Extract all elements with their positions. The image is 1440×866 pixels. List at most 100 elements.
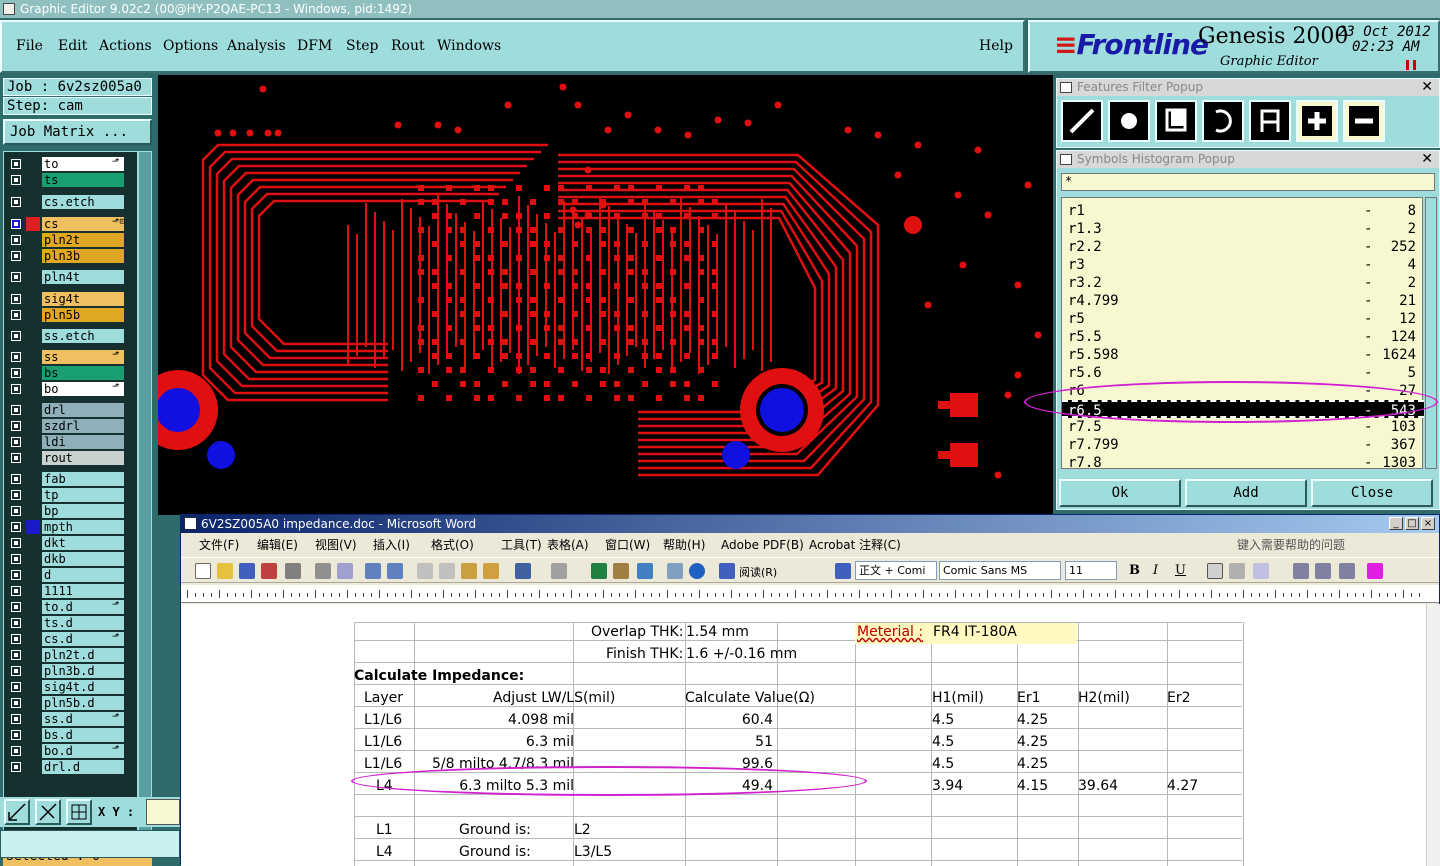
- layer-checkbox[interactable]: [11, 634, 21, 644]
- bold-button[interactable]: B: [1129, 563, 1140, 578]
- menu-actions[interactable]: Actions: [99, 38, 152, 54]
- layer-row-to-d[interactable]: to.d ⬏: [4, 599, 139, 615]
- layer-row-pln2t[interactable]: pln2t: [4, 232, 139, 248]
- negative-filter-button[interactable]: [1343, 100, 1385, 142]
- layer-name[interactable]: dkt: [42, 536, 124, 550]
- font-color-icon[interactable]: [1367, 563, 1383, 579]
- layer-row-bo-d[interactable]: bo.d ⬏: [4, 743, 139, 759]
- xy-input[interactable]: [146, 799, 180, 825]
- symbol-filter-input[interactable]: *: [1061, 173, 1435, 191]
- layer-row-sig4t[interactable]: sig4t: [4, 291, 139, 307]
- layer-row-szdrl[interactable]: szdrl: [4, 418, 139, 434]
- layer-row-dkb[interactable]: dkb: [4, 551, 139, 567]
- layer-checkbox[interactable]: [11, 730, 21, 740]
- layer-affected-swatch[interactable]: [26, 270, 40, 284]
- histogram-row[interactable]: r3 - 4: [1062, 256, 1424, 274]
- menu-file[interactable]: File: [16, 38, 43, 54]
- layer-row-rout[interactable]: rout: [4, 450, 139, 466]
- layer-checkbox[interactable]: [11, 618, 21, 628]
- layer-checkbox[interactable]: [11, 666, 21, 676]
- menu-help[interactable]: Help: [979, 38, 1013, 54]
- layer-name[interactable]: fab: [42, 472, 124, 486]
- layer-name[interactable]: drl.d: [42, 760, 124, 774]
- layer-affected-swatch[interactable]: [26, 520, 40, 534]
- menu-step[interactable]: Step: [346, 38, 378, 54]
- word-menu-item[interactable]: Acrobat 注释(C): [809, 534, 901, 556]
- layer-row-d[interactable]: d: [4, 567, 139, 583]
- styles-icon[interactable]: [835, 563, 851, 579]
- layer-name[interactable]: pln5b: [42, 308, 124, 322]
- snap-tool-button[interactable]: [4, 799, 30, 825]
- layer-affected-swatch[interactable]: [26, 504, 40, 518]
- layer-affected-swatch[interactable]: [26, 233, 40, 247]
- add-button[interactable]: Add: [1185, 479, 1307, 507]
- layer-checkbox[interactable]: [11, 586, 21, 596]
- measure-tool-button[interactable]: [35, 799, 61, 825]
- layer-affected-swatch[interactable]: [26, 451, 40, 465]
- layer-checkbox[interactable]: [11, 650, 21, 660]
- close-icon[interactable]: ✕: [1421, 151, 1433, 168]
- positive-filter-button[interactable]: [1296, 100, 1338, 142]
- layer-name[interactable]: d: [42, 568, 124, 582]
- layer-affected-swatch[interactable]: [26, 536, 40, 550]
- layer-name[interactable]: mpth: [42, 520, 124, 534]
- layer-checkbox[interactable]: [11, 235, 21, 245]
- format-painter-icon[interactable]: [483, 563, 499, 579]
- layer-row-cs-d[interactable]: cs.d ⬏: [4, 631, 139, 647]
- layer-checkbox[interactable]: [11, 762, 21, 772]
- layer-checkbox[interactable]: [11, 746, 21, 756]
- layer-checkbox[interactable]: [11, 272, 21, 282]
- align-center-icon[interactable]: [1315, 563, 1331, 579]
- job-matrix-button[interactable]: Job Matrix ...: [3, 119, 152, 145]
- layer-affected-swatch[interactable]: [26, 419, 40, 433]
- font-combo[interactable]: Comic Sans MS: [939, 561, 1061, 580]
- word-menu-item[interactable]: Adobe PDF(B): [721, 534, 804, 556]
- menu-options[interactable]: Options: [163, 38, 218, 54]
- layer-name[interactable]: dkb: [42, 552, 124, 566]
- layer-name[interactable]: 1111: [42, 584, 124, 598]
- tables-icon[interactable]: [613, 563, 629, 579]
- layer-row-ts-d[interactable]: ts.d: [4, 615, 139, 631]
- undo-icon[interactable]: [515, 563, 531, 579]
- grid-tool-button[interactable]: [66, 799, 92, 825]
- ruler[interactable]: [181, 585, 1439, 603]
- layer-checkbox[interactable]: [11, 384, 21, 394]
- italic-button[interactable]: I: [1153, 563, 1158, 578]
- layer-checkbox[interactable]: [11, 437, 21, 447]
- layer-row-bp[interactable]: bp: [4, 503, 139, 519]
- layer-name[interactable]: drl: [42, 403, 124, 417]
- menu-analysis[interactable]: Analysis: [227, 38, 286, 54]
- layer-checkbox[interactable]: [11, 405, 21, 415]
- histogram-row[interactable]: r7.799 - 367: [1062, 436, 1424, 454]
- layer-affected-swatch[interactable]: [26, 173, 40, 187]
- layer-name[interactable]: rout: [42, 451, 124, 465]
- histogram-row[interactable]: r5.598 -1624: [1062, 346, 1424, 364]
- layer-affected-swatch[interactable]: [26, 217, 40, 231]
- surface-filter-button[interactable]: [1155, 100, 1197, 142]
- help-icon[interactable]: [689, 563, 705, 579]
- layer-name[interactable]: pln2t: [42, 233, 124, 247]
- size-combo[interactable]: 11: [1065, 561, 1117, 580]
- histogram-row[interactable]: r3.2 - 2: [1062, 274, 1424, 292]
- pcb-canvas[interactable]: [158, 75, 1053, 515]
- layer-name[interactable]: szdrl: [42, 419, 124, 433]
- word-scrollbar[interactable]: [1426, 604, 1440, 866]
- word-menu-item[interactable]: 工具(T): [501, 534, 542, 556]
- layer-row-ldi[interactable]: ldi: [4, 434, 139, 450]
- spelling-icon[interactable]: [365, 563, 381, 579]
- layer-name[interactable]: sig4t.d: [42, 680, 124, 694]
- layer-checkbox[interactable]: [11, 490, 21, 500]
- layer-affected-swatch[interactable]: [26, 728, 40, 742]
- char-border-icon[interactable]: [1207, 563, 1223, 579]
- layer-affected-swatch[interactable]: [26, 584, 40, 598]
- save-icon[interactable]: [239, 563, 255, 579]
- word-menu-item[interactable]: 格式(O): [431, 534, 474, 556]
- layer-affected-swatch[interactable]: [26, 664, 40, 678]
- layer-name[interactable]: bs.d: [42, 728, 124, 742]
- layer-affected-swatch[interactable]: [26, 600, 40, 614]
- layer-checkbox[interactable]: [11, 506, 21, 516]
- histogram-row[interactable]: r1 - 8: [1062, 202, 1424, 220]
- word-menu-item[interactable]: 编辑(E): [257, 534, 298, 556]
- layer-checkbox[interactable]: [11, 538, 21, 548]
- layer-checkbox[interactable]: [11, 570, 21, 580]
